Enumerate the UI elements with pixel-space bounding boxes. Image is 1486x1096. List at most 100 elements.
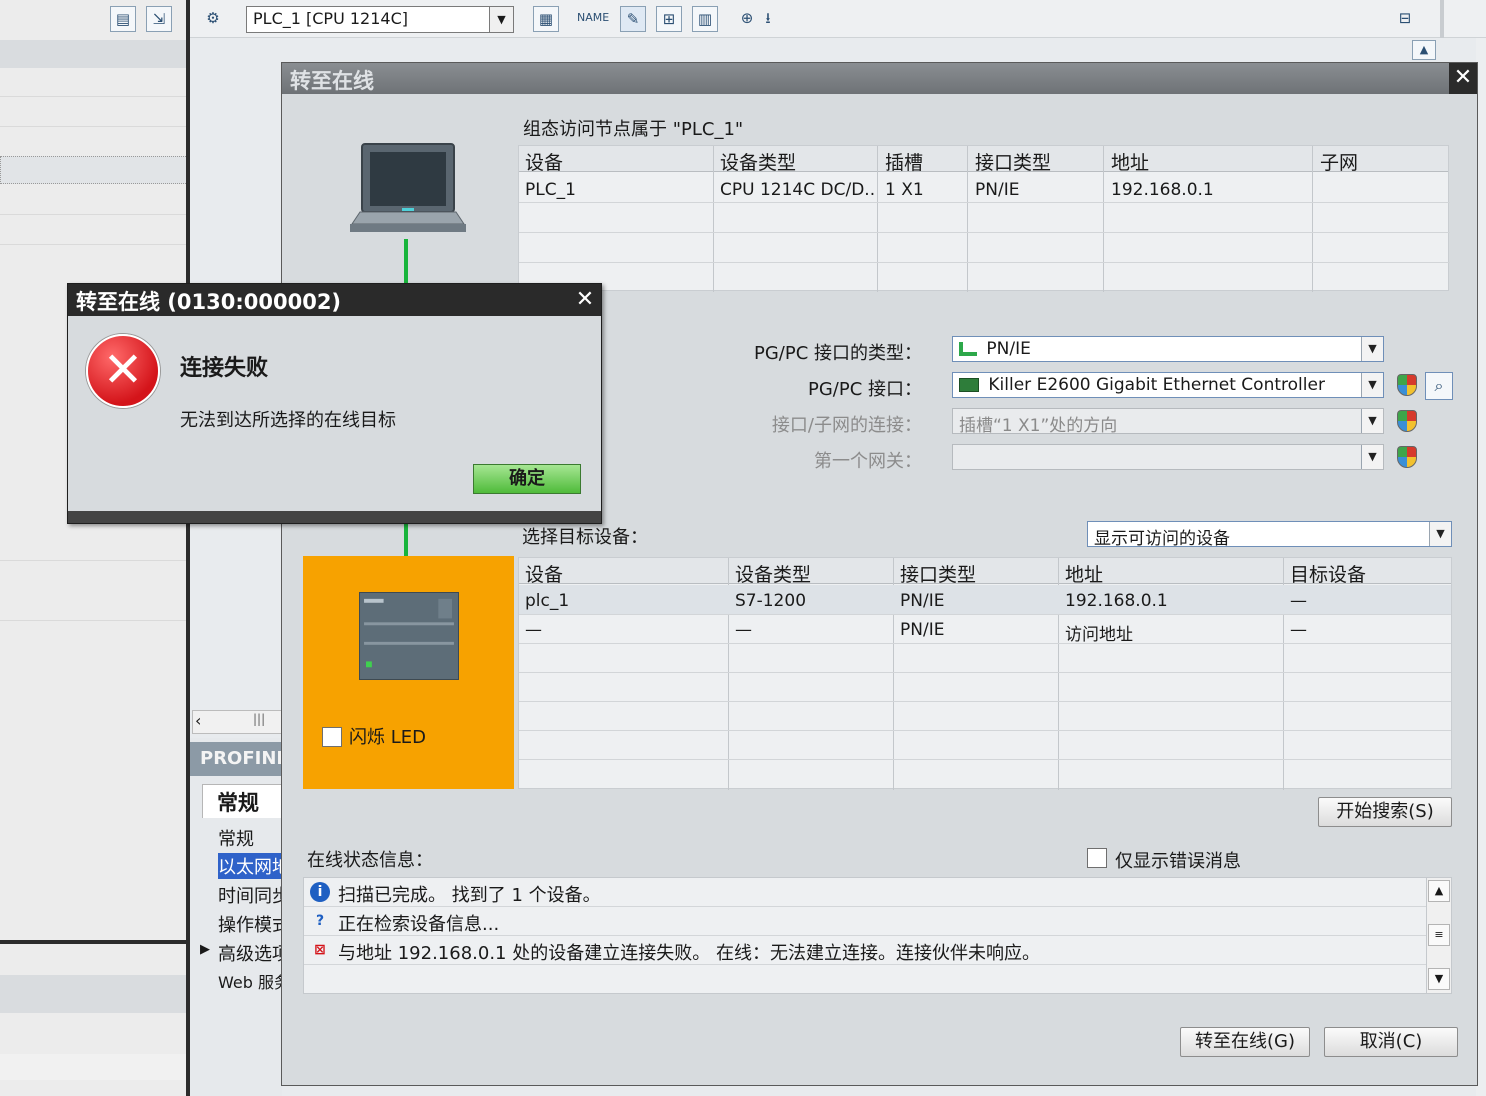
status-row: i 扫描已完成。 找到了 1 个设备。 — [304, 878, 1426, 907]
cancel-button[interactable]: 取消(C) — [1324, 1027, 1458, 1057]
config-node-table: 设备 设备类型 插槽 接口类型 地址 子网 PLC_1 CPU 1214C DC… — [518, 145, 1450, 292]
status-message: 扫描已完成。 找到了 1 个设备。 — [338, 885, 601, 906]
chevron-down-icon[interactable]: ▼ — [489, 7, 513, 32]
go-online-button[interactable]: 转至在线(G) — [1180, 1027, 1310, 1057]
pgpc-interface-value: Killer E2600 Gigabit Ethernet Controller — [988, 375, 1325, 395]
horizontal-scrollbar[interactable]: ‹ ||| — [192, 710, 282, 734]
column-header: 子网 — [1320, 152, 1359, 174]
error-message: 无法到达所选择的在线目标 — [180, 410, 396, 431]
list-view-icon[interactable]: ▤ — [110, 6, 136, 32]
scroll-thumb-grip-icon[interactable]: ||| — [253, 712, 265, 726]
scroll-thumb-icon[interactable]: ≡ — [1428, 924, 1450, 946]
row-divider — [519, 759, 1451, 760]
row-divider — [519, 672, 1451, 673]
chevron-down-icon[interactable]: ▼ — [1361, 337, 1383, 361]
zoom-icon[interactable]: ⊕ — [734, 6, 760, 32]
row-divider — [519, 730, 1451, 731]
column-header: 插槽 — [885, 152, 924, 174]
device-filter-select[interactable]: 显示可访问的设备 ▼ — [1087, 521, 1452, 547]
status-scrollbar[interactable]: ▲ ≡ ▼ — [1426, 878, 1451, 993]
tab-general[interactable]: 常规 — [202, 784, 282, 818]
nav-item-advanced[interactable]: 高级选项 — [218, 940, 282, 966]
expand-arrow-icon[interactable]: ▶ — [200, 942, 210, 957]
network-card-icon — [959, 378, 979, 392]
network-view-icon[interactable]: ⚙ — [200, 6, 226, 32]
project-tree-pane — [0, 0, 188, 1096]
table-row-selected[interactable] — [519, 585, 1451, 614]
device-overview-icon[interactable]: ▦ — [533, 6, 559, 32]
tree-row-divider — [0, 126, 188, 127]
row-divider — [519, 232, 1450, 233]
chevron-down-icon[interactable]: ▼ — [1361, 409, 1383, 433]
pgpc-interface-label: PG/PC 接口： — [807, 379, 922, 400]
chevron-down-icon[interactable]: ▼ — [1361, 445, 1383, 469]
target-device-panel: 闪烁 LED — [303, 556, 514, 789]
tree-selected-row[interactable] — [0, 156, 188, 184]
subnet-connection-value: 插槽“1 X1”处的方向 — [959, 416, 1118, 434]
subnet-connection-select[interactable]: 插槽“1 X1”处的方向 ▼ — [952, 408, 1384, 434]
plc-device-icon — [359, 592, 459, 680]
close-icon[interactable]: ✕ — [1449, 63, 1477, 94]
shield-icon[interactable] — [1397, 374, 1417, 396]
scroll-down-icon[interactable]: ▼ — [1428, 968, 1450, 990]
table-cell: PN/IE — [975, 180, 1020, 200]
tree-row-divider — [0, 244, 188, 245]
go-online-icon[interactable]: ✎ — [620, 6, 646, 32]
chevron-down-icon[interactable]: ▼ — [1361, 373, 1383, 397]
target-device-table: 设备 设备类型 接口类型 地址 目标设备 plc_1 S7-1200 PN/IE… — [518, 557, 1452, 790]
nav-item-web-server[interactable]: Web 服务器 — [218, 969, 282, 993]
first-gateway-select[interactable]: ▼ — [952, 444, 1384, 470]
error-x-icon: ✕ — [86, 334, 160, 408]
column-header: 接口类型 — [975, 152, 1052, 174]
close-icon[interactable]: ✕ — [571, 286, 599, 314]
row-divider — [519, 262, 1450, 263]
start-search-button[interactable]: 开始搜索(S) — [1318, 797, 1452, 827]
table-cell: 192.168.0.1 — [1065, 591, 1168, 611]
export-icon[interactable]: ⇲ — [146, 6, 172, 32]
table-cell: PN/IE — [900, 591, 945, 611]
left-scrollbar[interactable] — [0, 1054, 188, 1080]
shield-icon[interactable] — [1397, 446, 1417, 468]
table-cell: 192.168.0.1 — [1111, 180, 1214, 200]
row-divider — [519, 643, 1451, 644]
shield-icon[interactable] — [1397, 410, 1417, 432]
table-cell: PN/IE — [900, 620, 945, 640]
table-cell: — — [525, 620, 542, 640]
device-select-value: PLC_1 [CPU 1214C] — [253, 9, 408, 28]
grid-icon[interactable]: ⊞ — [656, 6, 682, 32]
pgpc-type-select[interactable]: PN/IE ▼ — [952, 336, 1384, 362]
column-divider — [713, 146, 714, 292]
details-header-strip — [0, 975, 188, 1013]
chevron-down-icon[interactable]: ▼ — [1429, 522, 1451, 546]
pgpc-interface-select[interactable]: Killer E2600 Gigabit Ethernet Controller… — [952, 372, 1384, 398]
scroll-left-icon[interactable]: ‹ — [195, 711, 201, 730]
only-errors-label: 仅显示错误消息 — [1115, 851, 1241, 872]
table-cell: 访问地址 — [1065, 625, 1133, 645]
table-cell: CPU 1214C DC/D... — [720, 180, 874, 200]
device-select[interactable]: PLC_1 [CPU 1214C] ▼ — [246, 6, 514, 33]
dialog-footer-bar — [68, 511, 601, 523]
panel-toggle-icon[interactable]: ⊟ — [1392, 6, 1418, 32]
columns-icon[interactable]: ▥ — [692, 6, 718, 32]
row-divider — [519, 202, 1450, 203]
column-divider — [1103, 146, 1104, 292]
nav-item-operating-mode[interactable]: 操作模式 — [218, 911, 282, 937]
flash-led-checkbox[interactable] — [322, 727, 342, 747]
nav-item-ethernet[interactable]: 以太网地址 — [218, 853, 282, 879]
only-errors-checkbox[interactable] — [1087, 848, 1107, 868]
magnifier-icon[interactable]: ⌕ — [1425, 372, 1453, 400]
download-arrow-icon[interactable]: ⭳ — [760, 6, 776, 32]
show-names-icon[interactable]: NAME — [577, 6, 609, 32]
scroll-up-icon[interactable]: ▲ — [1428, 880, 1450, 902]
connection-line — [404, 523, 408, 557]
scroll-up-icon[interactable]: ▲ — [1412, 40, 1436, 60]
subnet-connection-label: 接口/子网的连接： — [771, 415, 922, 436]
nav-item-general[interactable]: 常规 — [218, 825, 282, 851]
ok-button[interactable]: 确定 — [473, 464, 581, 494]
status-message-list: i 扫描已完成。 找到了 1 个设备。 ? 正在检索设备信息... ⊠ 与地址 … — [303, 877, 1452, 994]
column-header: 目标设备 — [1290, 564, 1367, 586]
pane-separator — [0, 940, 188, 944]
table-cell: plc_1 — [525, 591, 570, 611]
column-header: 地址 — [1111, 152, 1150, 174]
nav-item-time-sync[interactable]: 时间同步 — [218, 882, 282, 908]
